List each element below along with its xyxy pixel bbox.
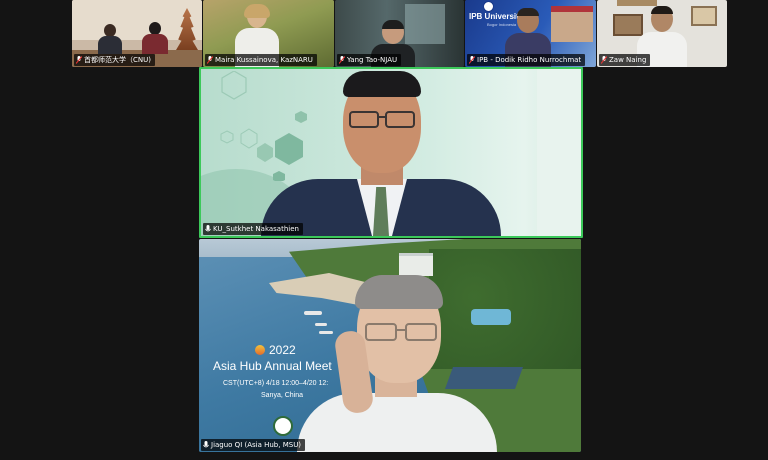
mic-muted-icon <box>469 56 475 64</box>
participant-name-tag: Jiaguo QI (Asia Hub, MSU) <box>201 439 306 451</box>
speaker-person <box>261 71 501 236</box>
participant-name: Jiaguo QI (Asia Hub, MSU) <box>211 441 302 449</box>
participant-name: KU_Sutkhet Nakasathien <box>213 225 299 233</box>
participant-name-tag: 首都师范大学（CNU) <box>74 54 155 66</box>
frame-right <box>691 6 717 26</box>
participant-name: IPB - Dodik Ridho Nurrochmat <box>477 56 582 64</box>
resort-buildings <box>399 253 433 276</box>
participant-name: Yang Tao-NJAU <box>347 56 398 64</box>
meeting-logo-icon <box>255 345 265 355</box>
participant-name-tag: IPB - Dodik Ridho Nurrochmat <box>467 54 586 66</box>
video-tile-ipb[interactable]: IPB University Bogor Indonesia IPB - Dod… <box>465 0 596 67</box>
speaker-hair <box>343 71 421 97</box>
mic-muted-icon <box>339 56 345 64</box>
campus-building <box>551 6 593 42</box>
video-tile-presenter[interactable]: 2022 Asia Hub Annual Meet CST(UTC+8) 4/1… <box>199 239 581 452</box>
participant-name-tag: KU_Sutkhet Nakasathien <box>203 223 303 235</box>
video-tile-maira[interactable]: Maira Kussainova, KazNARU <box>203 0 334 67</box>
speaker-glasses <box>349 111 415 128</box>
mic-muted-icon <box>76 56 82 64</box>
meeting-year: 2022 <box>269 343 296 357</box>
presenter-glasses <box>365 323 437 341</box>
presenter-person <box>297 275 497 452</box>
person-right <box>142 22 168 54</box>
mic-icon <box>203 441 209 449</box>
participant-name: Zaw Naing <box>609 56 647 64</box>
ipb-logo-icon <box>483 1 494 12</box>
right-panel <box>537 69 581 236</box>
video-tile-zaw-naing[interactable]: Zaw Naing <box>597 0 727 67</box>
person-left <box>98 24 122 54</box>
participant-name: 首都师范大学（CNU) <box>84 56 151 64</box>
participant-name-tag: Maira Kussainova, KazNARU <box>205 54 317 66</box>
participant-name-tag: Yang Tao-NJAU <box>337 54 402 66</box>
presenter-hair <box>355 275 443 309</box>
video-tile-active-speaker[interactable]: KU_Sutkhet Nakasathien <box>199 67 583 238</box>
participant-name: Maira Kussainova, KazNARU <box>215 56 313 64</box>
mic-icon <box>205 225 211 233</box>
mic-muted-icon <box>601 56 607 64</box>
presenter-shirt <box>297 393 497 452</box>
participant-name-tag: Zaw Naing <box>599 54 651 66</box>
msu-seal-icon <box>273 416 293 436</box>
mic-muted-icon <box>207 56 213 64</box>
video-tile-cnu[interactable]: 首都师范大学（CNU) <box>72 0 202 67</box>
video-tile-yang-tao[interactable]: Yang Tao-NJAU <box>335 0 464 67</box>
